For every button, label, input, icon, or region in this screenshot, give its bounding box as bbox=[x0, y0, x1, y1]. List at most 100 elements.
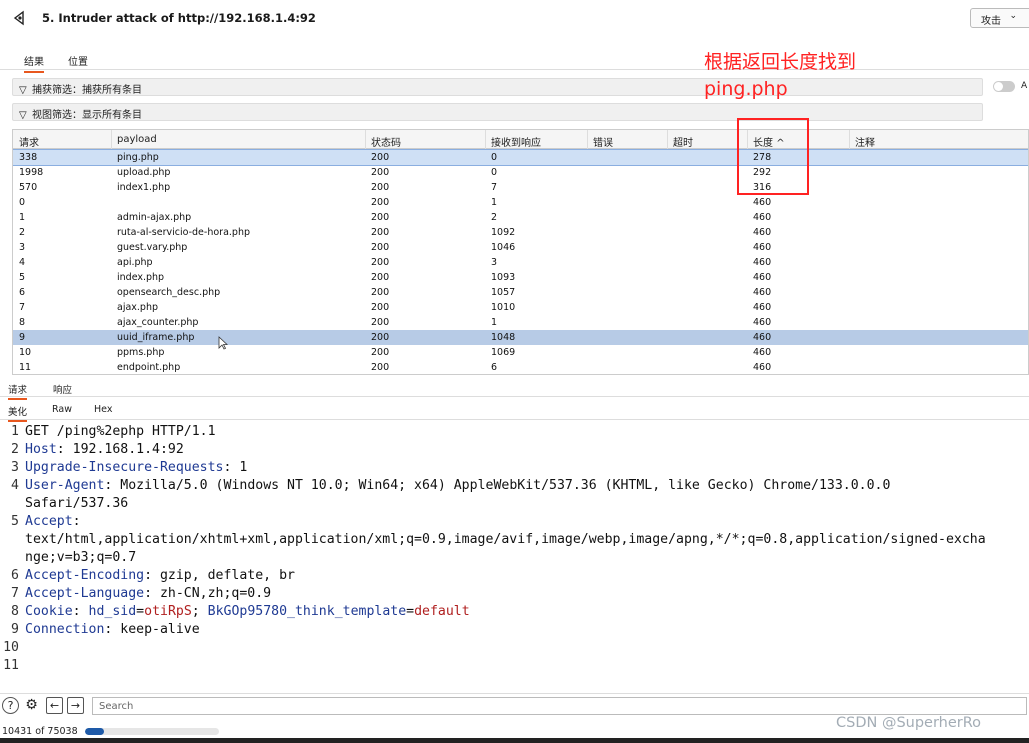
view-filter-bar[interactable]: ▽ 视图筛选：显示所有条目 bbox=[12, 103, 983, 121]
cell-status: 200 bbox=[371, 362, 390, 373]
header-token: User-Agent bbox=[25, 478, 105, 493]
code-line: Host: 192.168.1.4:92 bbox=[25, 441, 184, 459]
help-icon[interactable]: ? bbox=[2, 697, 19, 714]
header-token: Accept-Language bbox=[25, 586, 145, 601]
column-header-status[interactable]: 状态码 bbox=[371, 134, 401, 149]
text-token: = bbox=[406, 604, 415, 619]
cell-payload: api.php bbox=[117, 257, 153, 268]
cell-status: 200 bbox=[371, 317, 390, 328]
cell-payload: index1.php bbox=[117, 182, 171, 193]
column-header-timeout[interactable]: 超时 bbox=[673, 134, 693, 149]
table-row[interactable]: 3 guest.vary.php 200 1046 460 bbox=[13, 240, 1028, 255]
arrow-right-icon[interactable]: → bbox=[67, 697, 84, 714]
tab-positions[interactable]: 位置 bbox=[68, 53, 88, 68]
header-token: Accept bbox=[25, 514, 73, 529]
cell-req: 338 bbox=[19, 152, 38, 163]
column-header-request[interactable]: 请求 bbox=[19, 134, 39, 149]
header-token: Accept-Encoding bbox=[25, 568, 145, 583]
cell-recv: 1057 bbox=[491, 287, 516, 298]
table-row[interactable]: 7 ajax.php 200 1010 460 bbox=[13, 300, 1028, 315]
cell-status: 200 bbox=[371, 152, 390, 163]
cell-req: 5 bbox=[19, 272, 26, 283]
cell-payload: admin-ajax.php bbox=[117, 212, 192, 223]
cell-recv: 1069 bbox=[491, 347, 516, 358]
tab-response[interactable]: 响应 bbox=[53, 382, 72, 396]
table-row[interactable]: 570 index1.php 200 7 316 bbox=[13, 180, 1028, 195]
cell-status: 200 bbox=[371, 347, 390, 358]
cell-req: 1 bbox=[19, 212, 26, 223]
tab-request[interactable]: 请求 bbox=[8, 382, 28, 400]
search-input[interactable]: Search bbox=[92, 697, 1027, 715]
arrow-left-icon[interactable]: ← bbox=[46, 697, 63, 714]
text-token: nge;v=b3;q=0.7 bbox=[25, 550, 137, 565]
cell-status: 200 bbox=[371, 182, 390, 193]
table-row[interactable]: 8 ajax_counter.php 200 1 460 bbox=[13, 315, 1028, 330]
cell-status: 200 bbox=[371, 227, 390, 238]
cell-recv: 1092 bbox=[491, 227, 516, 238]
table-row[interactable]: 5 index.php 200 1093 460 bbox=[13, 270, 1028, 285]
filter-icon: ▽ bbox=[19, 110, 27, 121]
line-number: 8 bbox=[11, 604, 19, 619]
cell-recv: 1093 bbox=[491, 272, 516, 283]
text-token: : Mozilla/5.0 (Windows NT 10.0; Win64; x… bbox=[104, 478, 891, 493]
table-row[interactable]: 338 ping.php 200 0 278 bbox=[13, 149, 1028, 166]
table-row[interactable]: 11 endpoint.php 200 6 460 bbox=[13, 360, 1028, 374]
table-row[interactable]: 1 admin-ajax.php 200 2 460 bbox=[13, 210, 1028, 225]
line-number: 10 bbox=[3, 640, 19, 655]
line-number: 7 bbox=[11, 586, 19, 601]
gear-icon[interactable]: ⚙ bbox=[23, 697, 40, 714]
column-header-received[interactable]: 接收到响应 bbox=[491, 134, 541, 149]
cell-status: 200 bbox=[371, 167, 390, 178]
cell-req: 10 bbox=[19, 347, 32, 358]
column-header-payload[interactable]: payload bbox=[117, 134, 157, 145]
header-token: Upgrade-Insecure-Requests bbox=[25, 460, 224, 475]
table-row[interactable]: 0 200 1 460 bbox=[13, 195, 1028, 210]
column-header-comment[interactable]: 注释 bbox=[855, 134, 875, 149]
code-line: User-Agent: Mozilla/5.0 (Windows NT 10.0… bbox=[25, 477, 890, 495]
cell-recv: 6 bbox=[491, 362, 498, 373]
progress-bar bbox=[85, 728, 219, 735]
cell-recv: 1 bbox=[491, 317, 498, 328]
attack-menu-button[interactable]: 攻击 ⌄ bbox=[970, 8, 1029, 28]
table-row[interactable]: 4 api.php 200 3 460 bbox=[13, 255, 1028, 270]
text-token: = bbox=[136, 604, 145, 619]
cell-payload: ajax.php bbox=[117, 302, 159, 313]
table-row[interactable]: 1998 upload.php 200 0 292 bbox=[13, 165, 1028, 180]
top-tabs: 结果 位置 bbox=[0, 50, 1029, 73]
tab-raw[interactable]: Raw bbox=[52, 404, 72, 415]
watermark: CSDN @SuperherRo bbox=[836, 715, 982, 731]
table-row[interactable]: 9 uuid_iframe.php 200 1048 460 bbox=[13, 330, 1028, 345]
tab-results[interactable]: 结果 bbox=[24, 53, 44, 73]
cell-status: 200 bbox=[371, 197, 390, 208]
cell-payload: opensearch_desc.php bbox=[117, 287, 221, 298]
red-highlight-box bbox=[737, 118, 809, 195]
header-token: hd_sid bbox=[88, 604, 137, 619]
tab-pretty[interactable]: 美化 bbox=[8, 404, 28, 422]
line-number: 2 bbox=[11, 442, 19, 457]
text-token: text/html,application/xhtml+xml,applicat… bbox=[25, 532, 986, 547]
cell-payload: ruta-al-servicio-de-hora.php bbox=[117, 227, 250, 238]
toggle-switch[interactable] bbox=[993, 81, 1015, 92]
line-number: 1 bbox=[11, 424, 19, 439]
table-row[interactable]: 6 opensearch_desc.php 200 1057 460 bbox=[13, 285, 1028, 300]
line-number: 6 bbox=[11, 568, 19, 583]
toggle-label: A bbox=[1021, 81, 1028, 91]
cell-recv: 7 bbox=[491, 182, 498, 193]
code-line: Accept: bbox=[25, 513, 81, 531]
request-editor[interactable]: 1 GET /ping%2ephp HTTP/1.1 2 Host: 192.168.… bbox=[0, 421, 1029, 687]
column-header-error[interactable]: 错误 bbox=[593, 134, 613, 149]
table-row[interactable]: 2 ruta-al-servicio-de-hora.php 200 1092 460 bbox=[13, 225, 1028, 240]
cell-status: 200 bbox=[371, 272, 390, 283]
cell-req: 4 bbox=[19, 257, 26, 268]
bottom-toolbar: ? ⚙ ← → Search bbox=[0, 693, 1029, 717]
text-token: : 1 bbox=[223, 460, 248, 475]
cell-len: 460 bbox=[753, 242, 772, 253]
text-token: : zh-CN,zh;q=0.9 bbox=[144, 586, 272, 601]
cell-len: 460 bbox=[753, 362, 772, 373]
cell-payload: endpoint.php bbox=[117, 362, 181, 373]
tab-hex[interactable]: Hex bbox=[94, 404, 112, 415]
cell-len: 460 bbox=[753, 317, 772, 328]
code-line: nge;v=b3;q=0.7 bbox=[25, 549, 136, 567]
text-token: : keep-alive bbox=[104, 622, 200, 637]
table-row[interactable]: 10 ppms.php 200 1069 460 bbox=[13, 345, 1028, 360]
